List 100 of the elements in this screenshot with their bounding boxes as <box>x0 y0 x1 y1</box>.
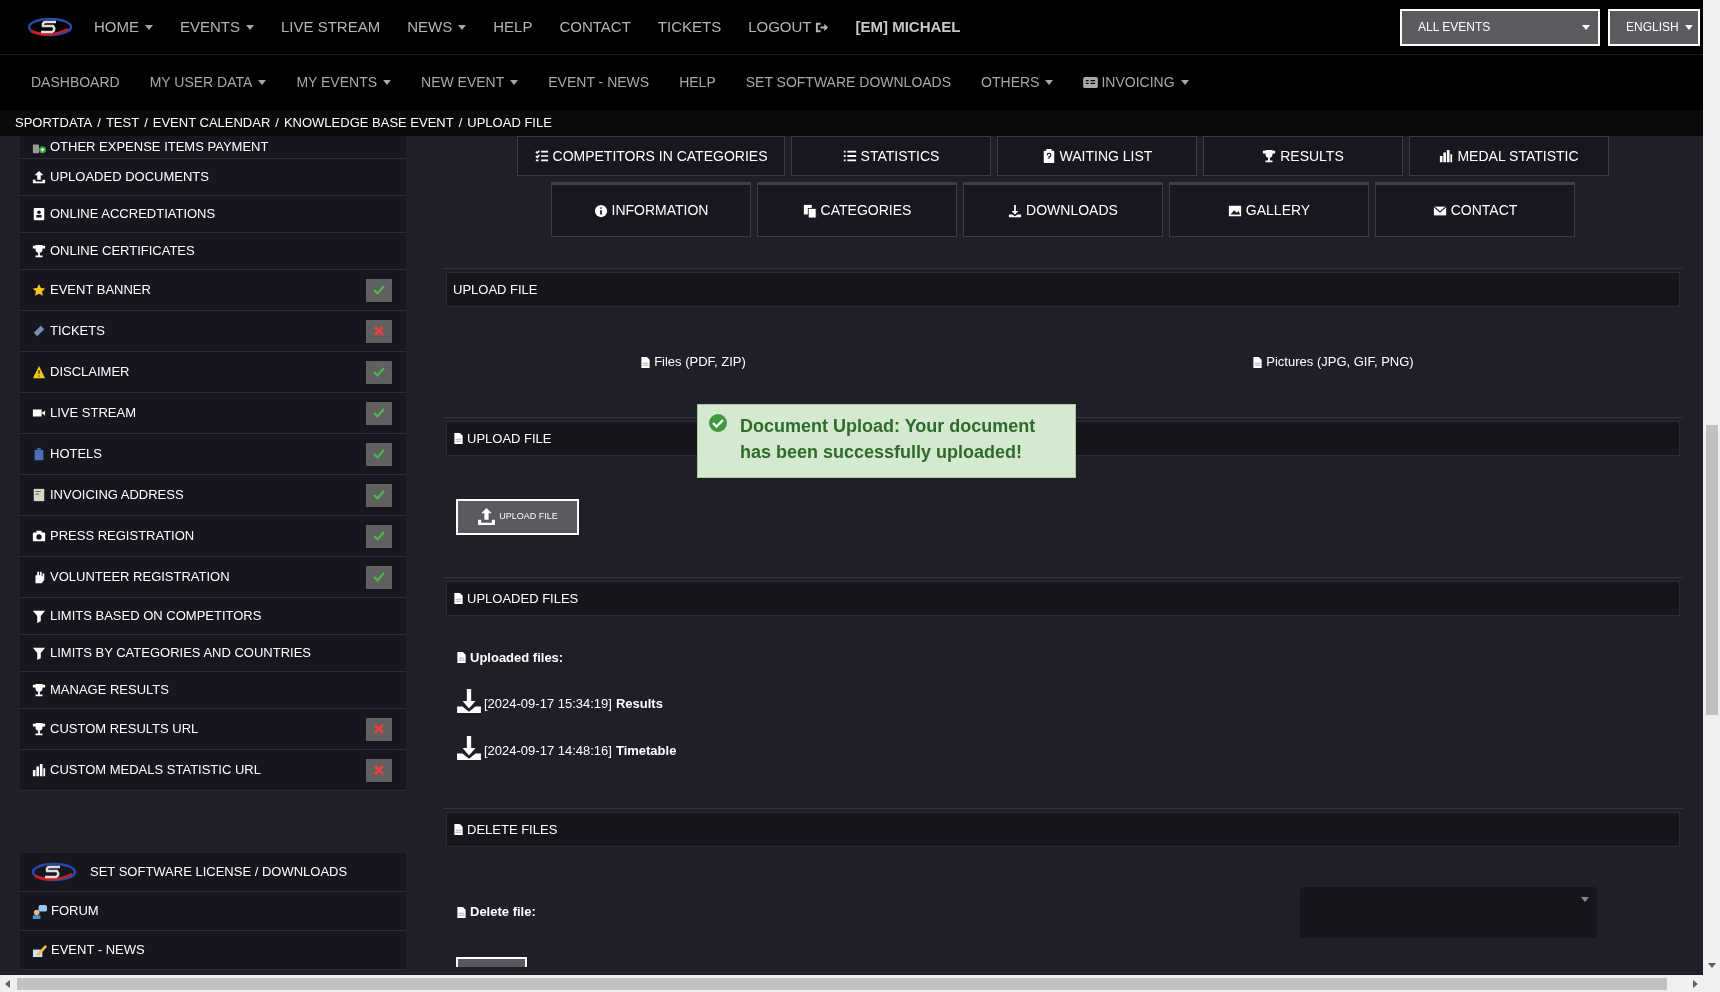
sidebar-item[interactable]: CUSTOM RESULTS URL <box>20 709 406 750</box>
caret-icon <box>383 80 392 85</box>
bar-chart-icon <box>1439 149 1454 163</box>
nav-link[interactable]: INVOICING <box>1083 72 1189 93</box>
nav-link[interactable]: HELP <box>679 72 716 93</box>
sidebar-item[interactable]: EVENT BANNER <box>20 270 406 311</box>
event-tab[interactable]: INFORMATION <box>551 182 751 237</box>
event-select[interactable]: ALL EVENTS <box>1400 8 1600 46</box>
sidebar-item[interactable]: SET SOFTWARE LICENSE / DOWNLOADS <box>20 853 406 892</box>
event-tab[interactable]: MEDAL STATISTIC <box>1409 136 1609 176</box>
event-tab[interactable]: CATEGORIES <box>757 182 957 237</box>
bar-chart-icon <box>32 763 46 777</box>
section-header: DELETE FILES <box>446 812 1680 847</box>
scrollbar-thumb[interactable] <box>17 977 1667 990</box>
breadcrumb-link[interactable]: KNOWLEDGE BASE EVENT <box>283 113 454 133</box>
nav-link[interactable]: NEWS <box>407 15 467 39</box>
sidebar-item[interactable]: HOTELS <box>20 434 406 475</box>
upload-icon <box>477 507 497 526</box>
sidebar-item[interactable]: VOLUNTEER REGISTRATION <box>20 557 406 598</box>
nav-link[interactable]: EVENTS <box>180 15 254 39</box>
file-select[interactable] <box>1300 886 1597 938</box>
file-type-link[interactable]: Pictures (JPG, GIF, PNG) <box>1252 352 1414 372</box>
caret-icon <box>145 24 153 30</box>
nav-link[interactable]: MY EVENTS <box>296 72 392 93</box>
file-icon <box>453 432 464 445</box>
logo-icon <box>32 862 76 882</box>
breadcrumb-link[interactable]: EVENT CALENDAR <box>152 113 271 133</box>
caret-icon <box>258 80 267 85</box>
star-icon <box>32 283 46 297</box>
breadcrumb-link[interactable]: SPORTDATA <box>15 113 93 133</box>
sidebar-item[interactable]: EVENT - NEWS <box>20 931 406 970</box>
event-tab[interactable]: WAITING LIST <box>997 136 1197 176</box>
sidebar-item[interactable]: LIMITS BASED ON COMPETITORS <box>20 598 406 635</box>
filter-icon <box>32 609 46 623</box>
trophy-icon <box>32 722 46 736</box>
file-link[interactable]: [2024-09-17 14:48:16] Timetable <box>456 730 1683 761</box>
horizontal-scrollbar[interactable] <box>0 975 1703 992</box>
sidebar-item[interactable]: FORUM <box>20 892 406 931</box>
scrollbar-thumb[interactable] <box>1705 425 1718 715</box>
language-select[interactable]: ENGLISH <box>1608 8 1700 46</box>
event-tab[interactable]: CONTACT <box>1375 182 1575 237</box>
filter-icon <box>32 646 46 660</box>
check-icon <box>373 530 385 542</box>
breadcrumb-separator: / <box>275 114 279 133</box>
file-type-link[interactable]: Files (PDF, ZIP) <box>640 352 746 372</box>
file-link[interactable]: [2024-09-17 15:34:19] Results <box>456 683 1683 714</box>
upload-button[interactable]: UPLOAD FILE <box>456 498 579 535</box>
download-icon <box>456 734 482 761</box>
caret-icon <box>1684 24 1693 30</box>
download-icon <box>456 687 482 714</box>
camera-icon <box>32 529 46 543</box>
sidebar-item[interactable]: UPLOADED DOCUMENTS <box>20 159 406 196</box>
sidebar-item[interactable]: TICKETS <box>20 311 406 352</box>
file-icon <box>456 651 467 665</box>
chat-user-icon <box>32 903 47 919</box>
nav-link[interactable]: HOME <box>94 15 153 39</box>
scroll-down-icon[interactable] <box>1706 960 1717 970</box>
sidebar-item[interactable]: OTHER EXPENSE ITEMS PAYMENT <box>20 136 406 159</box>
file-icon <box>456 905 467 919</box>
nav-link[interactable]: OTHERS <box>981 72 1054 93</box>
sidebar-item[interactable]: ONLINE CERTIFICATES <box>20 233 406 270</box>
sidebar-item[interactable]: ONLINE ACCREDTIATIONS <box>20 196 406 233</box>
sidebar-item[interactable]: MANAGE RESULTS <box>20 672 406 709</box>
nav-link[interactable]: SET SOFTWARE DOWNLOADS <box>745 72 952 93</box>
breadcrumb-separator: / <box>97 114 101 133</box>
nav-link[interactable]: EVENT - NEWS <box>548 72 650 93</box>
user-name: [EM] MICHAEL <box>855 16 961 37</box>
vertical-scrollbar[interactable] <box>1703 0 1720 992</box>
event-tab[interactable]: RESULTS <box>1203 136 1403 176</box>
sidebar-item[interactable]: DISCLAIMER <box>20 352 406 393</box>
sidebar-item[interactable]: INVOICING ADDRESS <box>20 475 406 516</box>
section-header: UPLOAD FILE <box>446 272 1680 307</box>
delete-button[interactable] <box>456 957 527 967</box>
nav-link[interactable]: TICKETS <box>657 15 722 39</box>
nav-link[interactable]: LOGOUT <box>748 15 829 39</box>
sidebar-item[interactable]: LIMITS BY CATEGORIES AND COUNTRIES <box>20 635 406 672</box>
nav-link[interactable]: LIVE STREAM <box>281 15 381 39</box>
caret-icon <box>246 24 254 30</box>
id-card-icon <box>32 207 46 221</box>
sidebar-item[interactable]: CUSTOM MEDALS STATISTIC URL <box>20 750 406 791</box>
breadcrumb-link[interactable]: TEST <box>105 113 140 133</box>
nav-link[interactable]: HELP <box>493 15 533 39</box>
nav-link[interactable]: MY USER DATA <box>149 72 267 93</box>
nav-link[interactable]: NEW EVENT <box>421 72 519 93</box>
check-icon <box>373 489 385 501</box>
sidebar-item[interactable]: PRESS REGISTRATION <box>20 516 406 557</box>
event-tab[interactable]: DOWNLOADS <box>963 182 1163 237</box>
upload-icon <box>32 170 46 184</box>
event-tab[interactable]: STATISTICS <box>791 136 991 176</box>
event-tab[interactable]: GALLERY <box>1169 182 1369 237</box>
scroll-right-icon[interactable] <box>1690 978 1700 989</box>
sidebar-item[interactable]: LIVE STREAM <box>20 393 406 434</box>
download-icon <box>1008 203 1023 218</box>
scroll-left-icon[interactable] <box>3 978 13 989</box>
section-header: UPLOADED FILES <box>446 581 1680 616</box>
breadcrumb-link[interactable]: UPLOAD FILE <box>467 113 552 133</box>
nav-link[interactable]: DASHBOARD <box>31 72 120 93</box>
file-icon <box>453 592 464 605</box>
event-tab[interactable]: COMPETITORS IN CATEGORIES <box>517 136 785 176</box>
nav-link[interactable]: CONTACT <box>559 15 631 39</box>
